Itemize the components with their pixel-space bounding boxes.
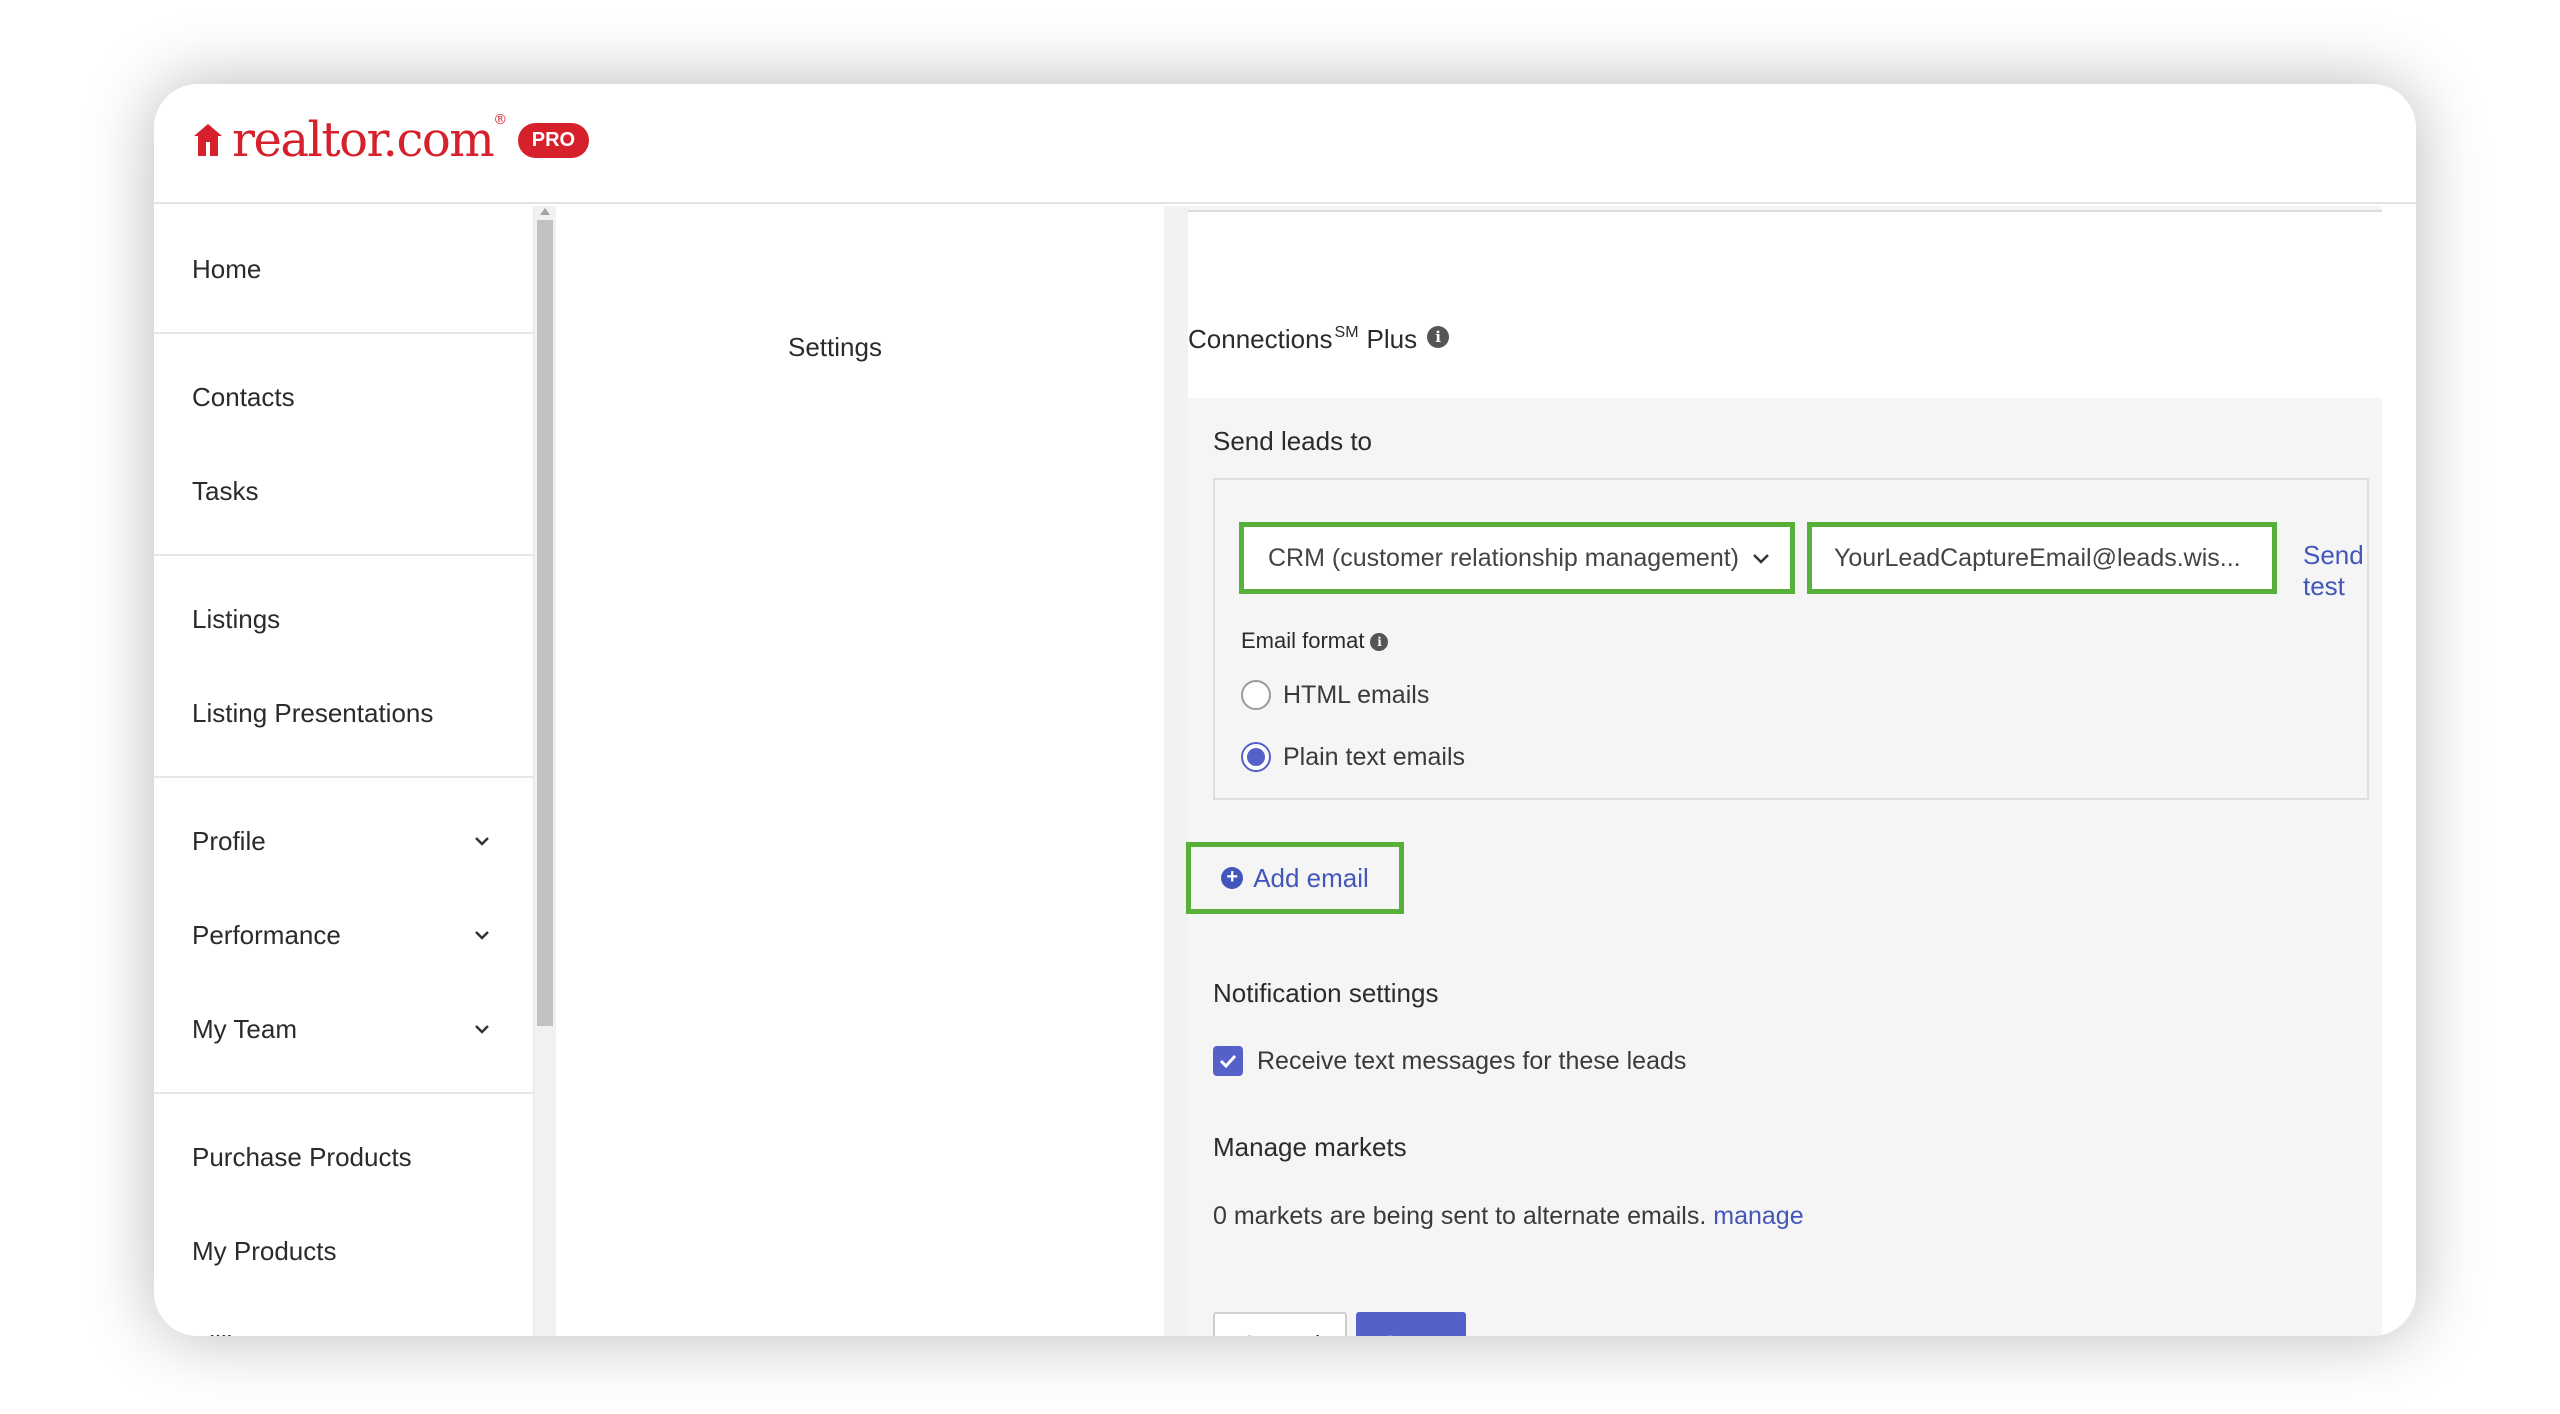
sidebar-item-home[interactable]: Home [154,222,533,316]
add-email-button[interactable]: + Add email [1186,842,1404,914]
scroll-up-arrow-icon[interactable] [540,208,550,215]
panel-header [1188,212,2392,398]
sidebar-item-label: Billing [192,1330,261,1337]
sidebar-item-label: Listing Presentations [192,697,434,728]
app-window: realtor.com® PRO Home Contacts Tasks Listin… [154,84,2416,1336]
plus-circle-icon: + [1221,867,1244,889]
chevron-down-icon[interactable] [471,924,493,946]
service-mark: SM [1334,324,1359,341]
settings-heading: Settings [788,332,882,362]
sidebar-item-listings[interactable]: Listings [154,572,533,666]
top-header: realtor.com® PRO [154,84,2416,204]
sidebar-item-profile[interactable]: Profile [154,794,533,888]
sidebar-item-label: Home [192,253,262,284]
sidebar-item-listing-presentations[interactable]: Listing Presentations [154,666,533,760]
connections-title: Connections SM Plus i [1188,324,1450,355]
sidebar-item-billing[interactable]: Billing [154,1298,533,1337]
radio-button[interactable] [1241,680,1271,710]
checkmark-icon [1219,1054,1237,1069]
lead-email-input[interactable]: YourLeadCaptureEmail@leads.wis... [1807,522,2277,594]
radio-plain-text-emails[interactable]: Plain text emails [1241,742,1465,772]
sidebar-item-label: Contacts [192,381,295,412]
divider [1188,210,2392,212]
notification-settings-title: Notification settings [1213,978,1439,1008]
markets-summary: 0 markets are being sent to alternate em… [1213,1202,1804,1230]
cancel-button[interactable]: Cancel [1213,1312,1347,1336]
sidebar-group: Contacts Tasks [154,334,533,556]
destination-select[interactable]: CRM (customer relationship management) [1239,522,1795,594]
chevron-down-icon[interactable] [471,1018,493,1040]
sidebar-item-performance[interactable]: Performance [154,888,533,982]
sidebar-item-label: Profile [192,825,266,856]
sidebar-nav: Home Contacts Tasks Listings Listing Present… [154,206,534,1336]
lead-email-value: YourLeadCaptureEmail@leads.wis... [1834,543,2241,572]
info-icon[interactable]: i [1427,326,1450,348]
email-format-label: Email format i [1241,628,1389,654]
sidebar-item-label: Listings [192,603,281,634]
manage-markets-title: Manage markets [1213,1132,1407,1162]
sidebar-group: Profile Performance My Team [154,778,533,1094]
main-content: Connections SM Plus i Send leads to CRM (c… [1164,206,2416,1336]
settings-column: Settings [556,206,1164,1336]
sidebar-item-label: My Products [192,1235,337,1266]
sidebar-group: Listings Listing Presentations [154,556,533,778]
chevron-down-icon [1753,554,1769,564]
radio-button-selected[interactable] [1241,742,1271,772]
sidebar-item-my-products[interactable]: My Products [154,1204,533,1298]
right-gutter [2382,206,2416,1336]
logo-wordmark: realtor.com® [232,112,507,168]
pro-badge: PRO [517,122,590,158]
lead-destination-box: CRM (customer relationship management) Y… [1213,478,2369,800]
realtor-logo[interactable]: realtor.com® PRO [192,112,590,168]
send-test-link[interactable]: Send test [2303,540,2367,602]
sidebar-item-tasks[interactable]: Tasks [154,444,533,538]
destination-select-value: CRM (customer relationship management) [1268,543,1740,572]
sidebar-item-label: Purchase Products [192,1141,412,1172]
sidebar-item-label: Performance [192,919,341,950]
chevron-down-icon[interactable] [471,830,493,852]
sidebar-item-contacts[interactable]: Contacts [154,350,533,444]
save-button[interactable]: Save [1356,1312,1466,1336]
house-logo-icon [194,124,222,156]
radio-html-emails[interactable]: HTML emails [1241,680,1429,710]
sidebar-group: Home [154,206,533,334]
sidebar-scrollbar[interactable] [534,206,556,1336]
send-leads-label: Send leads to [1213,426,1373,456]
checkbox-checked[interactable] [1213,1046,1243,1076]
info-icon[interactable]: i [1370,633,1389,651]
sidebar-item-purchase-products[interactable]: Purchase Products [154,1110,533,1204]
scrollbar-thumb[interactable] [537,220,553,1026]
text-messages-checkbox-row[interactable]: Receive text messages for these leads [1213,1046,1686,1076]
sidebar-item-label: My Team [192,1013,297,1044]
connections-panel: Connections SM Plus i Send leads to CRM (c… [1186,206,2392,1336]
chevron-down-icon[interactable] [471,1334,493,1336]
sidebar-item-my-team[interactable]: My Team [154,982,533,1076]
manage-link[interactable]: manage [1713,1202,1803,1230]
sidebar-item-label: Tasks [192,475,259,506]
sidebar-group: Purchase Products My Products Billing [154,1094,533,1337]
